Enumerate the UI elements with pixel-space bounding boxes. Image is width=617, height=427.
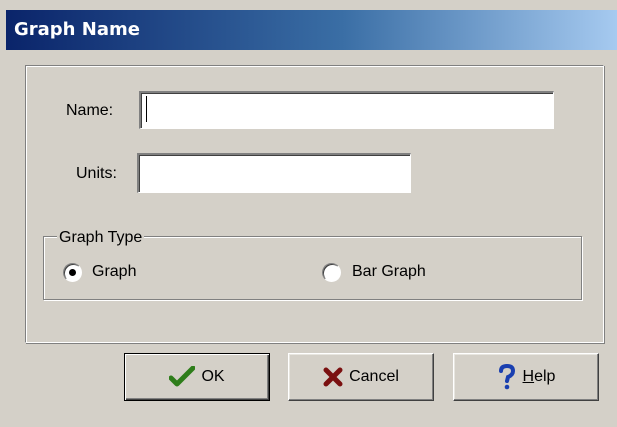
ok-button-label: OK [201,368,225,385]
x-icon [323,367,343,387]
help-button-label: Help [523,368,556,386]
window-title: Graph Name [14,19,140,40]
text-caret [146,96,147,122]
question-mark-icon [497,364,517,390]
cancel-button[interactable]: Cancel [288,353,434,401]
checkmark-icon [169,366,196,388]
help-label-rest: elp [534,368,556,385]
name-label: Name: [66,102,114,119]
graph-name-dialog: Graph Name Name: Units: Graph Type Graph… [0,0,617,427]
bar-graph-radio-label[interactable]: Bar Graph [352,263,426,281]
units-label: Units: [76,165,117,182]
ok-button[interactable]: OK [124,353,270,401]
help-button[interactable]: Help [453,353,599,401]
graph-radio[interactable] [63,263,82,282]
name-input[interactable] [139,91,554,129]
title-bar[interactable]: Graph Name [6,10,617,50]
radio-selected-dot [69,269,76,276]
graph-type-legend: Graph Type [57,229,145,247]
help-accelerator: H [522,368,535,385]
units-input[interactable] [137,153,411,193]
cancel-button-label: Cancel [349,368,399,385]
graph-radio-label[interactable]: Graph [92,263,136,281]
bar-graph-radio[interactable] [322,263,341,282]
